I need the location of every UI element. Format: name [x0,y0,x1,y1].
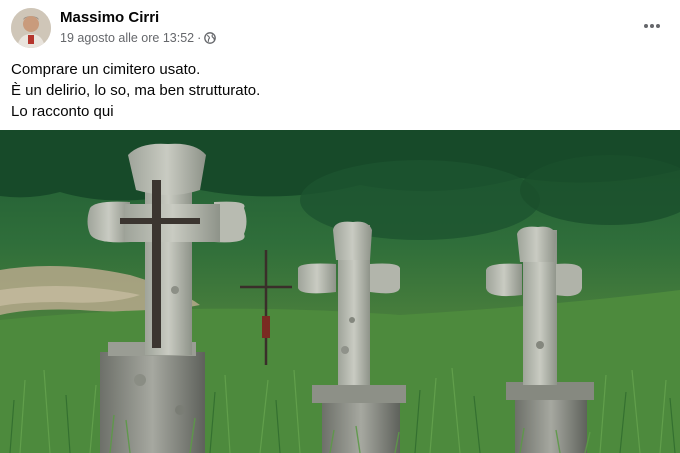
facebook-post: Massimo Cirri 19 agosto alle ore 13:52 ·… [0,0,680,453]
post-text: Comprare un cimitero usato. È un delirio… [11,59,260,122]
post-timestamp[interactable]: 19 agosto alle ore 13:52 [60,31,194,45]
globe-icon[interactable] [204,32,217,44]
post-meta: 19 agosto alle ore 13:52 · [60,31,217,45]
author-name[interactable]: Massimo Cirri [60,9,159,26]
post-text-line: È un delirio, lo so, ma ben strutturato. [11,82,261,99]
post-text-line: Comprare un cimitero usato. [11,61,201,78]
meta-separator: · [197,31,202,45]
avatar-image [11,8,51,48]
author-avatar[interactable] [11,8,51,48]
cemetery-crosses-image [0,130,680,453]
post-text-line[interactable]: Lo racconto qui [11,101,260,122]
more-options-icon[interactable] [638,12,666,40]
post-photo[interactable] [0,130,680,453]
